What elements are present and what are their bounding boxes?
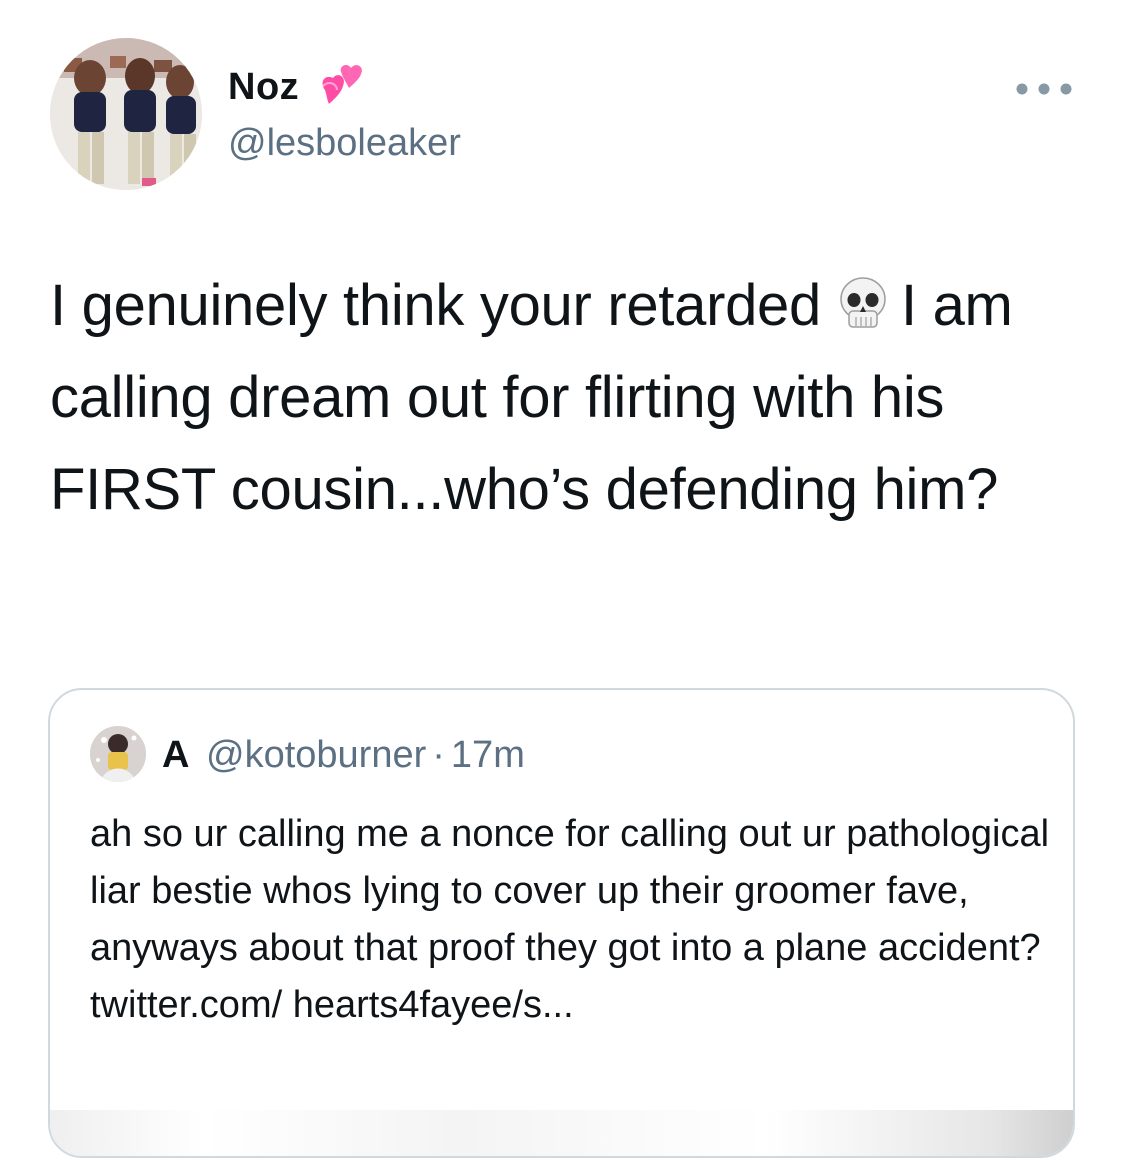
avatar-image xyxy=(50,38,202,190)
heart-emoji-icon xyxy=(311,62,369,112)
name-row: Noz xyxy=(228,62,369,112)
quoted-tweet-text: ah so ur calling me a nonce for calling … xyxy=(90,813,1050,1026)
quoted-header: A @kotoburner · 17m xyxy=(162,734,525,777)
quoted-handle[interactable]: @kotoburner xyxy=(206,734,426,776)
profile-avatar[interactable] xyxy=(50,38,202,190)
quoted-tweet-card[interactable]: A @kotoburner · 17m ah so ur calling me a … xyxy=(48,688,1075,1158)
tweet-text: I genuinely think your retarded I am cal… xyxy=(50,260,1070,536)
user-handle[interactable]: @lesboleaker xyxy=(228,122,461,165)
quoted-avatar[interactable] xyxy=(90,726,146,782)
quoted-display-name[interactable]: A xyxy=(162,734,189,776)
quoted-separator: · xyxy=(432,734,445,776)
quoted-timestamp[interactable]: 17m xyxy=(451,734,525,776)
display-name[interactable]: Noz xyxy=(228,66,299,109)
quoted-media-preview[interactable] xyxy=(50,1110,1073,1156)
more-options-icon[interactable] xyxy=(1012,82,1076,96)
tweet-text-part1: I genuinely think your retarded xyxy=(50,273,821,338)
skull-emoji-icon xyxy=(835,266,891,328)
quoted-avatar-image xyxy=(90,726,146,782)
